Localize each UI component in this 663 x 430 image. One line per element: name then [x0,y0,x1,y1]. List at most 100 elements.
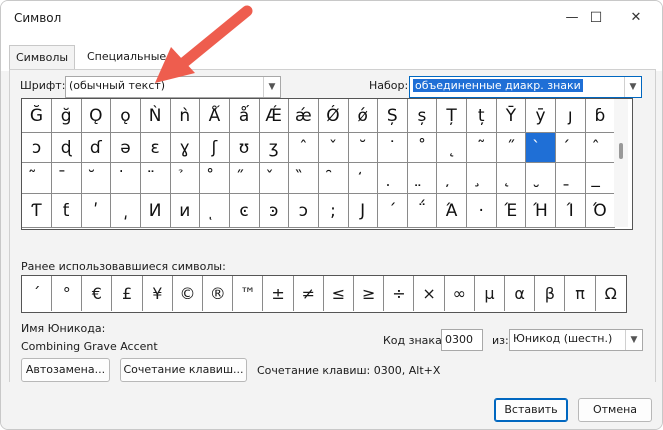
cancel-button[interactable]: Отмена [578,398,652,422]
recent-symbol[interactable]: Ω [596,276,626,311]
symbol-cell[interactable]: ̈ [140,163,171,194]
symbol-cell[interactable]: ș [407,99,438,133]
recent-symbol[interactable]: × [415,276,445,311]
subset-select[interactable]: объединенные диакр. знаки ▼ [409,76,642,98]
symbol-cell[interactable]: ğ [51,99,82,133]
recent-symbol[interactable]: µ [475,276,505,311]
symbol-cell[interactable]: ̤ [407,163,438,194]
symbol-cell[interactable]: ΄ [377,194,408,228]
recent-symbol[interactable]: ˊ [22,276,52,311]
symbol-cell[interactable]: ̱ [555,163,586,194]
symbol-cell[interactable]: ̄ [51,163,82,194]
symbol-cell[interactable]: Ğ [22,99,52,133]
symbol-cell[interactable]: Ό [585,194,616,228]
symbol-cell[interactable]: ˛ [437,133,468,163]
symbol-cell[interactable]: ʊ [229,133,260,163]
recent-symbol[interactable]: π [566,276,596,311]
symbol-cell[interactable]: ˜ [466,133,497,163]
symbol-cell[interactable]: Ǫ [81,99,112,133]
symbol-cell[interactable]: ̂ [585,133,616,163]
symbol-cell[interactable]: ͻ [288,194,319,228]
symbol-cell[interactable]: Ǽ [259,99,290,133]
symbol-cell[interactable]: ͵ [110,194,141,228]
symbol-cell[interactable]: ț [466,99,497,133]
recent-symbol[interactable]: € [82,276,113,311]
symbol-cell[interactable]: ɔ [22,133,52,163]
symbol-cell[interactable]: ǹ [170,99,201,133]
recent-symbol[interactable]: α [505,276,536,311]
symbol-cell[interactable]: ͽ [259,194,290,228]
symbol-cell[interactable]: Ȳ [496,99,527,133]
symbol-cell[interactable]: ǻ [229,99,260,133]
symbol-cell[interactable]: Ή [526,194,557,228]
symbol-cell[interactable]: Ǿ [318,99,349,133]
symbol-cell[interactable]: ̉ [170,163,201,194]
symbol-cell[interactable]: И [140,194,171,228]
encoding-select[interactable]: Юникод (шестн.) ▼ [509,329,643,351]
symbol-cell[interactable]: ˆ [288,133,319,163]
symbol-cell[interactable]: ̇ [110,163,141,194]
symbol-cell[interactable]: ˇ [318,133,349,163]
shortcut-key-button[interactable]: Сочетание клавиш... [120,358,247,382]
symbol-cell[interactable]: ́ [555,133,586,163]
symbol-cell[interactable]: ͼ [229,194,260,228]
recent-symbol[interactable]: ° [52,276,83,311]
recent-symbol[interactable]: ¥ [143,276,173,311]
symbol-cell[interactable]: Ƭ [22,194,52,228]
recent-symbol[interactable]: £ [113,276,143,311]
symbol-cell[interactable]: ˘ [348,133,379,163]
symbol-cell[interactable]: ̦ [437,163,468,194]
symbol-cell[interactable]: ɖ [51,133,82,163]
symbol-cell[interactable]: ȳ [526,99,557,133]
symbol-cell[interactable]: ̆ [81,163,112,194]
symbol-cell[interactable]: и [170,194,201,228]
symbol-cell-selected[interactable]: ̀ [526,133,557,163]
symbol-cell[interactable]: ̣ [377,163,408,194]
symbol-cell[interactable]: ɗ [81,133,112,163]
scrollbar[interactable] [614,99,628,227]
symbol-grid[interactable]: ĞğǪǫǸǹǺǻǼǽǾǿȘșȚțȲȳȷɓ ɔɖɗəɛɣʃʊʒˆˇ˘˙˚˛˜˝̀́̂… [21,98,633,230]
symbol-cell[interactable]: ̋ [229,163,260,194]
recent-symbol[interactable]: ™ [233,276,264,311]
insert-button[interactable]: Вставить [494,398,568,422]
symbol-cell[interactable]: ə [110,133,141,163]
recent-symbol[interactable]: ÷ [384,276,415,311]
symbol-cell[interactable]: Ț [437,99,468,133]
symbol-cell[interactable]: ̊ [199,163,230,194]
symbol-cell[interactable]: Ǻ [199,99,230,133]
recent-symbol[interactable]: ≠ [294,276,324,311]
close-icon[interactable]: ✕ [621,7,651,29]
symbol-cell[interactable]: ̃ [22,163,52,194]
symbol-cell[interactable]: ̏ [288,163,319,194]
symbol-cell[interactable]: ǫ [110,99,141,133]
symbol-cell[interactable]: ɣ [170,133,201,163]
recent-symbol[interactable]: ≥ [354,276,385,311]
symbol-cell[interactable]: Έ [496,194,527,228]
symbol-cell[interactable]: ΅ [407,194,438,228]
char-code-input[interactable]: 0300 [441,329,483,351]
symbol-cell[interactable]: Ϳ [348,194,379,228]
maximize-icon[interactable]: ☐ [581,7,611,29]
symbol-cell[interactable]: Ș [377,99,408,133]
recent-symbol[interactable]: ® [203,276,234,311]
recent-symbol[interactable]: β [535,276,566,311]
symbol-cell[interactable]: ˝ [496,133,527,163]
symbol-cell[interactable]: Ί [555,194,586,228]
symbol-cell[interactable]: ̧ [466,163,497,194]
symbol-cell[interactable]: ʒ [259,133,290,163]
recent-symbol[interactable]: ∞ [445,276,475,311]
symbol-cell[interactable]: ̲ [585,163,616,194]
symbol-cell[interactable]: ͅ [199,194,230,228]
symbol-cell[interactable]: Ά [437,194,468,228]
autocorrect-button[interactable]: Автозамена... [21,358,110,382]
scrollbar-thumb[interactable] [619,143,623,159]
symbol-cell[interactable]: ʃ [199,133,230,163]
tab-symbols[interactable]: Символы [9,45,76,70]
symbol-cell[interactable]: ƭ [51,194,82,228]
symbol-cell[interactable]: ǿ [348,99,379,133]
symbol-cell[interactable]: ̌ [259,163,290,194]
symbol-cell[interactable]: · [466,194,497,228]
symbol-cell[interactable]: ˚ [407,133,438,163]
symbol-cell[interactable]: ̨ [496,163,527,194]
symbol-cell[interactable]: ǽ [288,99,319,133]
